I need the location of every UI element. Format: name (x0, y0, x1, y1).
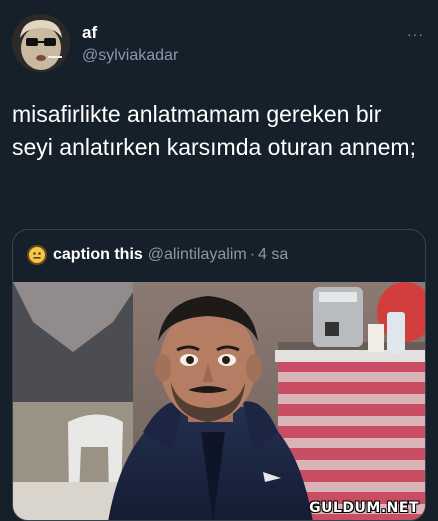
quoted-tweet[interactable]: caption this @alintilayalim · 4 sa GULDU… (12, 229, 426, 521)
quoted-separator: · (249, 246, 256, 263)
author-avatar[interactable] (12, 14, 70, 72)
quoted-author-avatar-icon[interactable] (27, 245, 47, 265)
quoted-timestamp[interactable]: 4 sa (258, 246, 288, 264)
quoted-tweet-photo[interactable] (13, 282, 425, 521)
quoted-author-handle[interactable]: @alintilayalim (148, 246, 247, 264)
author-handle[interactable]: @sylviakadar (82, 47, 178, 65)
tweet-text: misafirlikte anlatmamam gereken bir seyi… (12, 101, 416, 160)
watermark-logo: GULDUM.NET (309, 500, 419, 516)
quoted-tweet-header: caption this @alintilayalim · 4 sa (27, 244, 288, 266)
more-options-icon[interactable]: ··· (407, 26, 424, 42)
quoted-author-name[interactable]: caption this (53, 246, 143, 264)
author-name[interactable]: af (82, 23, 97, 43)
